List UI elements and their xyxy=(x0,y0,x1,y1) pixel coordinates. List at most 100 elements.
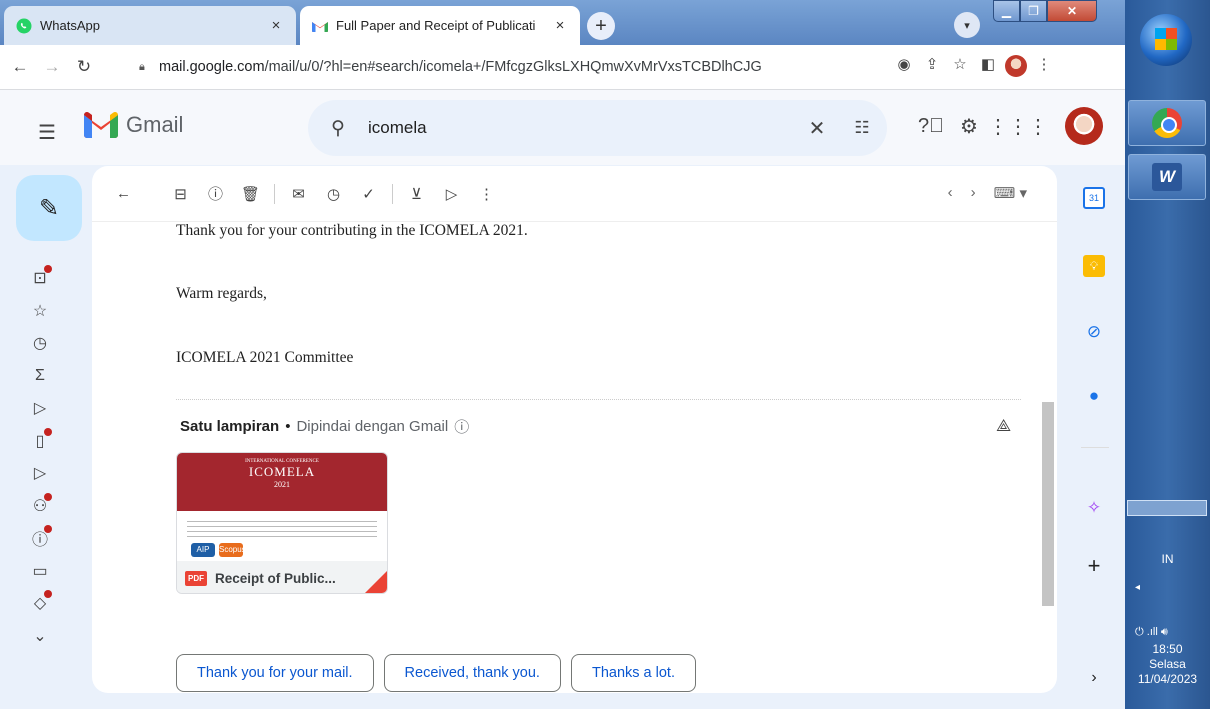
share-icon[interactable]: ⇪ xyxy=(918,55,946,81)
star-icon[interactable]: ☆ xyxy=(946,55,974,81)
taskbar-chrome[interactable] xyxy=(1128,100,1206,146)
gmail-logo[interactable]: Gmail xyxy=(84,112,183,138)
nav-promotions[interactable]: ◇ xyxy=(20,587,60,620)
calendar-icon[interactable]: 31 xyxy=(1083,187,1105,209)
volume-icon[interactable]: 🔊︎ xyxy=(1161,626,1168,638)
nav-inbox[interactable]: ⊡ xyxy=(20,262,60,295)
tab-search-button[interactable]: ▾ xyxy=(954,12,980,38)
search-options-icon[interactable]: ☷ xyxy=(837,118,887,138)
reload-icon[interactable]: ↻ xyxy=(72,57,96,77)
search-bar: ⚲ ✕ ☷ xyxy=(308,100,887,156)
thumbnail-conference: INTERNATIONAL CONFERENCE xyxy=(245,459,319,464)
nav-updates[interactable]: ⓘ xyxy=(20,522,60,555)
kebab-menu-icon[interactable]: ⋮ xyxy=(1030,55,1058,81)
pdf-icon: PDF xyxy=(185,570,207,586)
address-bar[interactable]: 🔒︎ mail.google.com/mail/u/0/?hl=en#searc… xyxy=(139,52,869,82)
archive-icon[interactable]: ⊟ xyxy=(163,185,198,203)
add-task-icon[interactable]: ✓ xyxy=(351,185,386,203)
forward-arrow-icon[interactable]: → xyxy=(40,57,64,77)
add-to-drive-icon[interactable]: ⟁ xyxy=(996,416,1011,436)
start-button[interactable] xyxy=(1140,14,1192,66)
toolbar-divider xyxy=(274,183,275,204)
taskbar-scroller[interactable] xyxy=(1127,500,1207,516)
left-nav: ⊡ ☆ ◷ Σ ▷ ▯ ▷ ⚇ ⓘ ▭ ◇ ⌄ xyxy=(20,262,60,652)
network-icon[interactable]: .ıll xyxy=(1147,626,1158,638)
power-icon[interactable]: ⏻ xyxy=(1135,626,1144,638)
nav-social[interactable]: ⚇ xyxy=(20,490,60,523)
gmail-logo-text: Gmail xyxy=(126,112,184,137)
tray-expand-icon[interactable]: ◂ xyxy=(1135,582,1140,593)
compose-button[interactable]: ✎ xyxy=(16,175,82,241)
smart-reply-button[interactable]: Received, thank you. xyxy=(383,654,561,692)
tab-close-button[interactable]: × xyxy=(552,17,568,34)
mark-unread-icon[interactable]: ✉ xyxy=(281,185,316,203)
nav-important[interactable]: Σ xyxy=(20,360,60,393)
url-path: /mail/u/0/?hl=en#search/icomela+/FMfcgzG… xyxy=(264,59,762,75)
help-icon[interactable]: ?⃝ xyxy=(912,115,950,138)
contacts-icon[interactable]: ● xyxy=(1083,385,1105,407)
info-icon[interactable]: ⓘ xyxy=(454,416,469,437)
nav-snoozed[interactable]: ◷ xyxy=(20,327,60,360)
prev-icon[interactable]: ‹ xyxy=(948,184,953,202)
nav-categories[interactable]: ▷ xyxy=(20,457,60,490)
get-addons-icon[interactable]: + xyxy=(1083,553,1105,578)
clock-day: Selasa xyxy=(1149,657,1186,671)
chevron-right-icon[interactable]: › xyxy=(1083,667,1105,689)
search-input[interactable] xyxy=(368,118,797,138)
unread-dot xyxy=(44,427,52,436)
taskbar-word[interactable]: W xyxy=(1128,154,1206,200)
page-fold-icon xyxy=(363,571,387,593)
pager: ‹ › ⌨ ▾ xyxy=(948,184,1027,202)
close-window-button[interactable]: ✕ xyxy=(1047,0,1097,22)
gmail-header: ☰ Gmail ⚲ ✕ ☷ ?⃝ ⚙ ⋮⋮⋮ xyxy=(0,90,1125,165)
system-clock[interactable]: 18:50 Selasa 11/04/2023 xyxy=(1125,642,1210,687)
nav-sent[interactable]: ▷ xyxy=(20,392,60,425)
scrollbar-thumb[interactable] xyxy=(1042,402,1054,606)
eye-icon[interactable]: ◉ xyxy=(890,55,918,81)
tab-gmail[interactable]: Full Paper and Receipt of Publicati × xyxy=(300,6,580,45)
keep-icon[interactable]: 💡︎ xyxy=(1083,255,1105,277)
nav-forums[interactable]: ▭ xyxy=(20,555,60,588)
addon-icon[interactable]: ✧ xyxy=(1083,497,1105,519)
whatsapp-icon xyxy=(16,18,32,33)
new-tab-button[interactable]: + xyxy=(587,12,615,40)
nav-starred[interactable]: ☆ xyxy=(20,295,60,328)
next-icon[interactable]: › xyxy=(971,184,976,202)
unread-dot xyxy=(44,265,52,273)
maximize-button[interactable]: ❐ xyxy=(1020,0,1047,22)
apps-grid-icon[interactable]: ⋮⋮⋮ xyxy=(988,114,1048,139)
clear-search-icon[interactable]: ✕ xyxy=(797,116,837,141)
nav-drafts[interactable]: ▯ xyxy=(20,425,60,458)
smart-reply-button[interactable]: Thank you for your mail. xyxy=(176,654,374,692)
minimize-button[interactable]: ▁ xyxy=(993,0,1020,22)
gear-icon[interactable]: ⚙ xyxy=(950,114,988,139)
more-options-icon[interactable]: ⋮ xyxy=(469,185,504,203)
move-to-icon[interactable]: ⊻ xyxy=(399,185,434,203)
sidepanel-icon[interactable]: ◧ xyxy=(974,55,1002,81)
url-host: mail.google.com xyxy=(159,59,265,75)
back-arrow-icon[interactable]: ← xyxy=(106,185,141,202)
account-avatar[interactable] xyxy=(1065,107,1103,145)
back-arrow-icon[interactable]: ← xyxy=(8,57,32,77)
smart-reply-button[interactable]: Thanks a lot. xyxy=(570,654,696,692)
tab-title: Full Paper and Receipt of Publicati xyxy=(336,18,536,33)
message-line: ICOMELA 2021 Committee xyxy=(176,349,354,366)
tab-close-button[interactable]: × xyxy=(268,17,284,34)
nav-more[interactable]: ⌄ xyxy=(20,620,60,653)
language-indicator[interactable]: IN xyxy=(1125,552,1210,566)
chrome-icon xyxy=(1152,108,1182,138)
header-icons: ?⃝ ⚙ ⋮⋮⋮ xyxy=(912,114,1048,139)
trash-icon[interactable]: 🗑︎ xyxy=(233,185,268,203)
tasks-icon[interactable]: ⊘ xyxy=(1083,321,1105,343)
thumbnail-banner: INTERNATIONAL CONFERENCE ICOMELA 2021 xyxy=(177,453,387,511)
keyboard-icon[interactable]: ⌨ ▾ xyxy=(994,184,1027,202)
main-menu-icon[interactable]: ☰ xyxy=(38,120,56,145)
label-icon[interactable]: ▷ xyxy=(434,185,469,203)
search-icon[interactable]: ⚲ xyxy=(308,117,368,140)
attachment-thumbnail[interactable]: INTERNATIONAL CONFERENCE ICOMELA 2021 AI… xyxy=(176,452,388,594)
tab-whatsapp[interactable]: WhatsApp × xyxy=(4,6,296,45)
snooze-icon[interactable]: ◷ xyxy=(316,185,351,203)
report-spam-icon[interactable]: ⓘ xyxy=(198,183,233,204)
lock-icon: 🔒︎ xyxy=(139,60,145,73)
profile-avatar-small[interactable] xyxy=(1002,55,1030,81)
